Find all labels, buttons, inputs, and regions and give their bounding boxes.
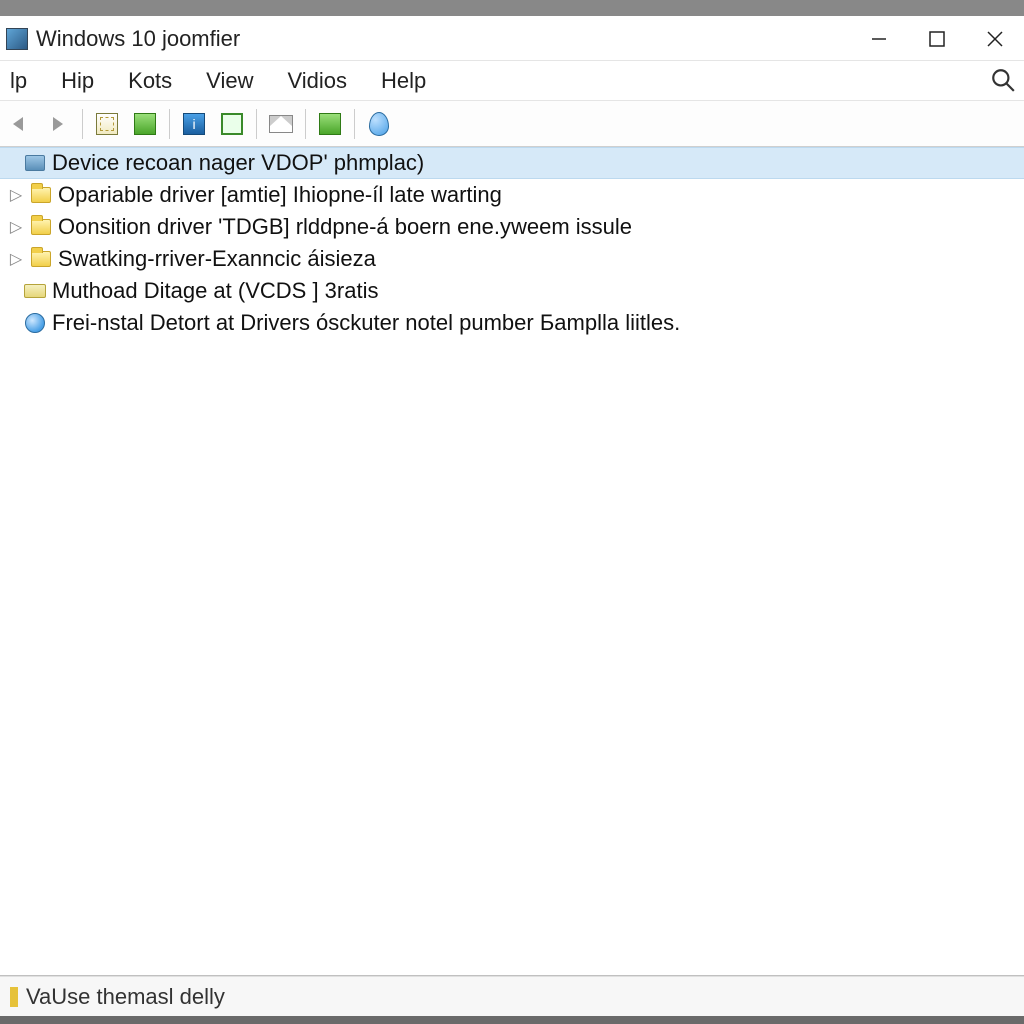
tool-blue[interactable]: i — [176, 106, 212, 142]
greenline-icon — [219, 111, 245, 137]
menu-item-0[interactable]: lp — [4, 64, 33, 98]
pc-icon — [24, 152, 46, 174]
tree-row[interactable]: ▷ Oonsition driver 'TDGB] rlddpne-á boern… — [0, 211, 1024, 243]
tree-row-label: Opariable driver [amtie] Ihiopne-íl late… — [58, 182, 502, 208]
menu-item-3[interactable]: View — [200, 64, 259, 98]
folder-icon — [30, 184, 52, 206]
app-window: Windows 10 joomfier lp Hip Kots View Vid… — [0, 16, 1024, 1016]
menu-item-5[interactable]: Help — [375, 64, 432, 98]
tool-mail[interactable] — [263, 106, 299, 142]
device-tree[interactable]: Device recoan nager VDOP' phmplac) ▷ Opari… — [0, 147, 1024, 976]
close-icon — [985, 29, 1005, 49]
blue-icon: i — [181, 111, 207, 137]
green-icon — [132, 111, 158, 137]
folder-icon — [30, 248, 52, 270]
tool-refresh[interactable] — [312, 106, 348, 142]
minimize-button[interactable] — [850, 17, 908, 61]
tree-row-label: Muthoad Ditage at (VCDS ] 3ratis — [52, 278, 378, 304]
tool-drop[interactable] — [361, 106, 397, 142]
menu-item-4[interactable]: Vidios — [281, 64, 353, 98]
tool-green2[interactable] — [214, 106, 250, 142]
close-button[interactable] — [966, 17, 1024, 61]
caret-placeholder — [2, 315, 18, 331]
toolbar-separator — [354, 109, 355, 139]
expand-caret-icon[interactable]: ▷ — [8, 251, 24, 267]
toolbar: i — [0, 101, 1024, 147]
tree-row[interactable]: ▷ Swatking-rriver-Exanncic áisieza — [0, 243, 1024, 275]
folder-icon — [30, 216, 52, 238]
app-icon — [6, 28, 28, 50]
tree-row[interactable]: ▷ Opariable driver [amtie] Ihiopne-íl lat… — [0, 179, 1024, 211]
tree-row[interactable]: Device recoan nager VDOP' phmplac) — [0, 147, 1024, 179]
arrow-right-icon — [45, 111, 71, 137]
toolbar-separator — [256, 109, 257, 139]
statusbar: VaUse themasl delly — [0, 976, 1024, 1016]
status-chip-icon — [10, 987, 18, 1007]
drive-icon — [24, 280, 46, 302]
tree-row-label: Oonsition driver 'TDGB] rlddpne-á boern … — [58, 214, 632, 240]
minimize-icon — [870, 30, 888, 48]
expand-caret-icon[interactable]: ▷ — [8, 187, 24, 203]
tree-row-label: Swatking-rriver-Exanncic áisieza — [58, 246, 376, 272]
tree-row[interactable]: Frei-nstal Detort at Drivers ósckuter no… — [0, 307, 1024, 339]
maximize-icon — [928, 30, 946, 48]
toolbar-separator — [82, 109, 83, 139]
tool-properties[interactable] — [89, 106, 125, 142]
drop-icon — [366, 111, 392, 137]
toolbar-separator — [169, 109, 170, 139]
box-icon — [94, 111, 120, 137]
tree-row[interactable]: Muthoad Ditage at (VCDS ] 3ratis — [0, 275, 1024, 307]
maximize-button[interactable] — [908, 17, 966, 61]
forward-button[interactable] — [40, 106, 76, 142]
titlebar: Windows 10 joomfier — [0, 17, 1024, 61]
globe-icon — [24, 312, 46, 334]
toolbar-separator — [305, 109, 306, 139]
tree-row-label: Device recoan nager VDOP' phmplac) — [52, 150, 424, 176]
menu-item-1[interactable]: Hip — [55, 64, 100, 98]
status-text: VaUse themasl delly — [26, 984, 225, 1010]
search-icon[interactable] — [990, 67, 1016, 93]
green-icon — [317, 111, 343, 137]
back-button[interactable] — [2, 106, 38, 142]
tool-green[interactable] — [127, 106, 163, 142]
arrow-left-icon — [7, 111, 33, 137]
caret-placeholder — [2, 155, 18, 171]
menubar: lp Hip Kots View Vidios Help — [0, 61, 1024, 101]
mail-icon — [268, 111, 294, 137]
expand-caret-icon[interactable]: ▷ — [8, 219, 24, 235]
tree-row-label: Frei-nstal Detort at Drivers ósckuter no… — [52, 310, 680, 336]
menu-item-2[interactable]: Kots — [122, 64, 178, 98]
caret-placeholder — [2, 283, 18, 299]
window-title: Windows 10 joomfier — [36, 26, 240, 52]
